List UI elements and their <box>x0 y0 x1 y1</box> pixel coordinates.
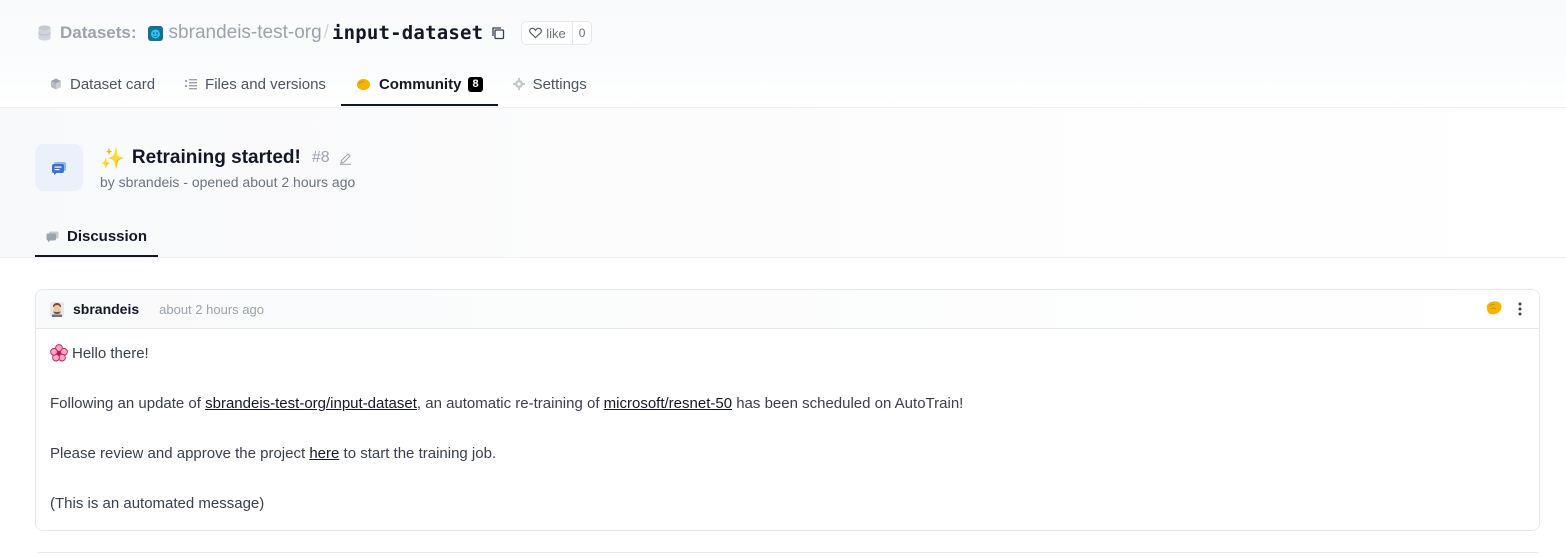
path-separator: / <box>323 22 329 43</box>
comment-card: sbrandeis about 2 hours ago Hello there!… <box>35 289 1540 531</box>
community-icon <box>356 78 370 90</box>
line2-prefix: Please review and approve the project <box>50 445 310 462</box>
model-link[interactable]: microsoft/resnet-50 <box>604 395 732 412</box>
comment-header: sbrandeis about 2 hours ago <box>36 290 1539 329</box>
comment-body: Hello there! Following an update of sbra… <box>36 329 1539 515</box>
org-name-link[interactable]: sbrandeis-test-org <box>169 22 322 44</box>
files-icon <box>185 79 198 90</box>
repo-tabs: Dataset card Files and versions Communit… <box>35 64 602 107</box>
avatar[interactable] <box>50 301 64 317</box>
like-label: like <box>546 25 566 41</box>
tab-dataset-card[interactable]: Dataset card <box>35 64 170 104</box>
line2-suffix: to start the training job. <box>339 445 497 462</box>
discussion-tab-icon <box>46 231 59 242</box>
discussion-icon-box <box>35 144 83 191</box>
discussion-tab-label: Discussion <box>66 228 148 245</box>
discussion-title-row: ✨ Retraining started! #8 <box>100 146 352 170</box>
comment-line-review: Please review and approve the project he… <box>50 443 1525 465</box>
discussion-number: #8 <box>311 149 330 166</box>
like-count: 0 <box>571 22 592 44</box>
tab-settings[interactable]: Settings <box>498 64 602 104</box>
tab-label: Dataset card <box>70 75 156 93</box>
discussion-header: ✨ Retraining started! #8 by sbrandeis - … <box>0 108 1566 258</box>
comment-line-automated: (This is an automated message) <box>50 495 265 512</box>
comment-author[interactable]: sbrandeis <box>73 301 139 317</box>
project-link[interactable]: here <box>309 445 339 462</box>
cherry-blossom-icon <box>50 344 68 362</box>
discussion-title: Retraining started! <box>131 147 301 168</box>
line1-prefix: Following an update of <box>50 395 206 412</box>
greeting-text: Hello there! <box>72 345 149 362</box>
heart-icon <box>529 27 543 39</box>
discussion-icon <box>52 161 66 175</box>
tab-community[interactable]: Community 8 <box>340 64 498 106</box>
tab-label: Community <box>378 75 462 93</box>
community-count-badge: 8 <box>468 76 483 92</box>
database-icon <box>38 25 51 41</box>
repo-title-line: Datasets: sbrandeis-test-org / input-dat… <box>38 19 593 47</box>
reaction-icon[interactable] <box>1485 300 1503 316</box>
tab-label: Settings <box>532 75 587 93</box>
line1-middle: , an automatic re-training of <box>416 395 604 412</box>
dataset-link[interactable]: sbrandeis-test-org/input-dataset <box>205 395 417 412</box>
discussion-meta: by sbrandeis - opened about 2 hours ago <box>100 174 356 190</box>
comment-timestamp: about 2 hours ago <box>159 301 264 317</box>
comment-line-update: Following an update of sbrandeis-test-or… <box>50 393 1525 415</box>
edit-icon[interactable] <box>339 152 352 165</box>
cube-icon <box>51 78 61 90</box>
repo-name-link[interactable]: input-dataset <box>332 22 483 44</box>
like-button[interactable]: like 0 <box>521 21 593 45</box>
sparkle-emoji: ✨ <box>100 147 125 170</box>
repo-header: Datasets: sbrandeis-test-org / input-dat… <box>0 0 1566 108</box>
copy-icon[interactable] <box>491 26 505 40</box>
more-options-icon[interactable] <box>1518 302 1522 316</box>
comment-greeting: Hello there! <box>50 343 1525 365</box>
datasets-label[interactable]: Datasets: <box>60 23 137 43</box>
tab-discussion[interactable]: Discussion <box>35 218 158 257</box>
gear-icon <box>512 78 525 90</box>
org-avatar-icon[interactable] <box>147 25 163 41</box>
divider <box>38 552 1538 553</box>
tab-label: Files and versions <box>205 75 326 93</box>
tab-files-and-versions[interactable]: Files and versions <box>170 64 341 104</box>
line1-suffix: has been scheduled on AutoTrain! <box>732 395 964 412</box>
